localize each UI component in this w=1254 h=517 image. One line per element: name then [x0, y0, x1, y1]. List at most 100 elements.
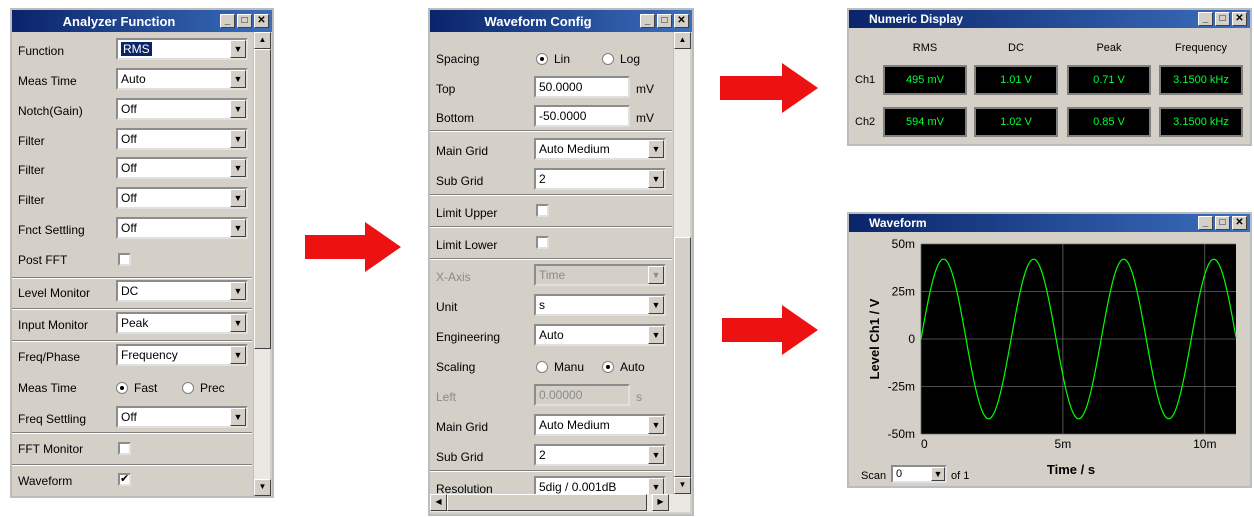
scan-label: Scan: [861, 470, 887, 482]
limit-upper-checkbox[interactable]: [536, 204, 549, 217]
chevron-down-icon[interactable]: ▼: [230, 189, 246, 207]
unit-select[interactable]: s ▼: [534, 294, 666, 316]
chevron-down-icon[interactable]: ▼: [648, 296, 664, 314]
divider: [12, 464, 252, 466]
fast-radio[interactable]: [116, 382, 128, 394]
filter1-select[interactable]: Off ▼: [116, 128, 248, 150]
scan-select[interactable]: 0 ▼: [891, 465, 947, 483]
post-fft-label: Post FFT: [18, 253, 68, 267]
chevron-down-icon[interactable]: ▼: [648, 170, 664, 188]
auto-radio[interactable]: [602, 361, 614, 373]
meas-time-value: Auto: [121, 72, 146, 86]
prec-radio[interactable]: [182, 382, 194, 394]
window-title: Waveform: [869, 216, 927, 230]
close-icon[interactable]: ✕: [1232, 12, 1247, 26]
ch1-peak: 0.71 V: [1067, 65, 1151, 95]
bottom-input[interactable]: -50.0000: [534, 105, 630, 127]
ch1-dc: 1.01 V: [974, 65, 1058, 95]
sub-grid2-label: Sub Grid: [436, 450, 484, 464]
scroll-left-icon[interactable]: ◀: [430, 494, 447, 511]
function-select[interactable]: RMS ▼: [116, 38, 248, 60]
top-input[interactable]: 50.0000: [534, 76, 630, 98]
close-icon[interactable]: ✕: [254, 14, 269, 28]
waveform-config-vscrollbar[interactable]: ▲ ▼: [673, 32, 691, 494]
chevron-down-icon[interactable]: ▼: [230, 100, 246, 118]
main-grid2-select[interactable]: Auto Medium ▼: [534, 414, 666, 436]
maximize-icon[interactable]: □: [1215, 216, 1230, 230]
minimize-icon[interactable]: _: [220, 14, 235, 28]
x-tick-label: 10m: [1193, 437, 1216, 451]
left-label: Left: [436, 390, 457, 404]
scroll-thumb[interactable]: [447, 494, 647, 511]
chevron-down-icon[interactable]: ▼: [230, 40, 246, 58]
prec-label: Prec: [200, 381, 225, 395]
limit-lower-checkbox[interactable]: [536, 236, 549, 249]
chevron-down-icon[interactable]: ▼: [230, 219, 246, 237]
chevron-down-icon[interactable]: ▼: [230, 130, 246, 148]
main-grid2-label: Main Grid: [436, 420, 489, 434]
maximize-icon[interactable]: □: [237, 14, 252, 28]
chevron-down-icon[interactable]: ▼: [648, 446, 664, 464]
scroll-down-icon[interactable]: ▼: [674, 477, 691, 494]
freq-phase-select[interactable]: Frequency ▼: [116, 344, 248, 366]
freq-settling-select[interactable]: Off ▼: [116, 406, 248, 428]
level-monitor-select[interactable]: DC ▼: [116, 280, 248, 302]
waveform-checkbox[interactable]: ✔: [118, 473, 131, 486]
close-icon[interactable]: ✕: [674, 14, 689, 28]
manu-label: Manu: [554, 360, 585, 374]
filter3-select[interactable]: Off ▼: [116, 187, 248, 209]
input-monitor-select[interactable]: Peak ▼: [116, 312, 248, 334]
post-fft-checkbox[interactable]: [118, 253, 131, 266]
notch-select[interactable]: Off ▼: [116, 98, 248, 120]
function-value: RMS: [121, 42, 152, 56]
fnct-settling-select[interactable]: Off ▼: [116, 217, 248, 239]
waveform-titlebar[interactable]: Waveform _ □ ✕: [849, 214, 1250, 232]
waveform-config-panel: Spacing Lin Log Top 50.0000 mV Bottom -5…: [430, 32, 672, 514]
minimize-icon[interactable]: _: [1198, 12, 1213, 26]
chevron-down-icon[interactable]: ▼: [230, 408, 246, 426]
fnct-settling-label: Fnct Settling: [18, 223, 85, 237]
analyzer-function-titlebar[interactable]: Analyzer Function _ □ ✕: [12, 10, 272, 32]
chevron-down-icon[interactable]: ▼: [648, 140, 664, 158]
scroll-down-icon[interactable]: ▼: [254, 479, 271, 496]
chevron-down-icon[interactable]: ▼: [931, 467, 945, 481]
chevron-down-icon[interactable]: ▼: [230, 159, 246, 177]
sub-grid-select[interactable]: 2 ▼: [534, 168, 666, 190]
numeric-display-titlebar[interactable]: Numeric Display _ □ ✕: [849, 10, 1250, 28]
scroll-thumb[interactable]: [254, 49, 271, 349]
filter2-select[interactable]: Off ▼: [116, 157, 248, 179]
main-grid2-value: Auto Medium: [539, 418, 610, 432]
waveform-window: Waveform _ □ ✕ Level Ch1 / V Time / s 50…: [847, 212, 1252, 488]
waveform-config-titlebar[interactable]: Waveform Config _ □ ✕: [430, 10, 692, 32]
chevron-down-icon[interactable]: ▼: [230, 346, 246, 364]
chevron-down-icon[interactable]: ▼: [230, 314, 246, 332]
fft-monitor-checkbox[interactable]: [118, 442, 131, 455]
resolution-value: 5dig / 0.001dB: [539, 480, 617, 494]
log-radio[interactable]: [602, 53, 614, 65]
engineering-select[interactable]: Auto ▼: [534, 324, 666, 346]
lin-radio[interactable]: [536, 53, 548, 65]
close-icon[interactable]: ✕: [1232, 216, 1247, 230]
chevron-down-icon[interactable]: ▼: [230, 70, 246, 88]
scroll-up-icon[interactable]: ▲: [254, 32, 271, 49]
minimize-icon[interactable]: _: [1198, 216, 1213, 230]
chevron-down-icon[interactable]: ▼: [230, 282, 246, 300]
unit-value: s: [539, 298, 545, 312]
main-grid-select[interactable]: Auto Medium ▼: [534, 138, 666, 160]
maximize-icon[interactable]: □: [657, 14, 672, 28]
manu-radio[interactable]: [536, 361, 548, 373]
notch-value: Off: [121, 102, 137, 116]
chevron-down-icon[interactable]: ▼: [648, 326, 664, 344]
limit-upper-label: Limit Upper: [436, 206, 498, 220]
chevron-down-icon[interactable]: ▼: [648, 416, 664, 434]
ch2-label: Ch2: [855, 116, 876, 128]
scroll-thumb[interactable]: [674, 237, 691, 477]
waveform-config-hscrollbar[interactable]: ◀ ▶: [430, 494, 690, 512]
minimize-icon[interactable]: _: [640, 14, 655, 28]
sub-grid2-select[interactable]: 2 ▼: [534, 444, 666, 466]
analyzer-scrollbar[interactable]: ▲ ▼: [253, 32, 271, 496]
meas-time-select[interactable]: Auto ▼: [116, 68, 248, 90]
scroll-right-icon[interactable]: ▶: [652, 494, 669, 511]
maximize-icon[interactable]: □: [1215, 12, 1230, 26]
scroll-up-icon[interactable]: ▲: [674, 32, 691, 49]
